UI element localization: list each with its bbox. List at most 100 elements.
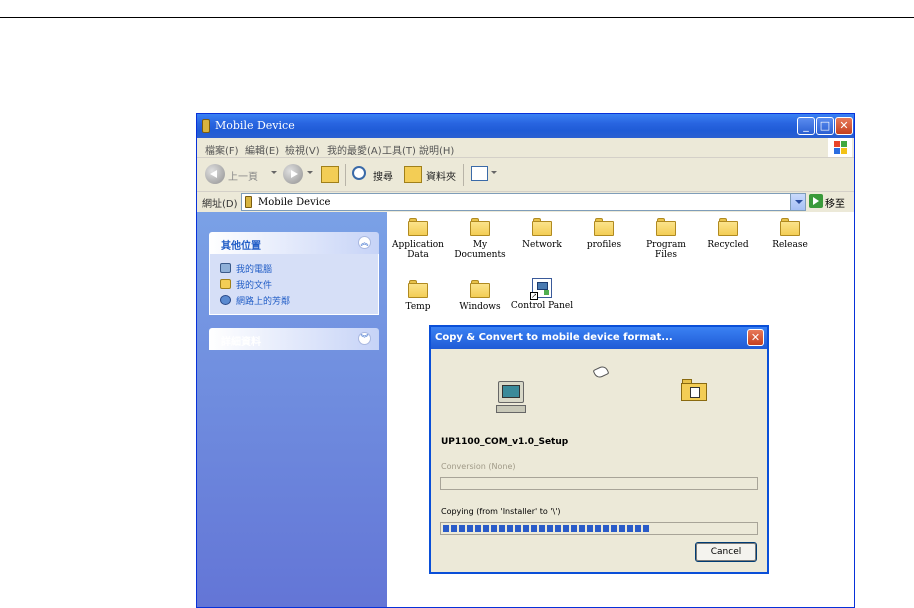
other-places-header[interactable]: 其他位置 ︽ <box>209 232 379 254</box>
address-field[interactable]: Mobile Device <box>241 193 806 211</box>
file-name: UP1100_COM_v1.0_Setup <box>441 437 569 447</box>
back-dropdown-icon[interactable] <box>271 171 277 174</box>
dialog-titlebar[interactable]: Copy & Convert to mobile device format..… <box>431 327 767 349</box>
address-bar: 網址(D) Mobile Device 移至 <box>197 192 854 212</box>
my-computer-icon <box>220 263 231 273</box>
folder-icon <box>408 218 428 236</box>
sidebar-item-my-computer[interactable]: 我的電腦 <box>220 260 378 276</box>
copy-progress-bar <box>440 522 758 535</box>
toolbar: 上一頁 搜尋 資料夾 <box>197 158 854 192</box>
folders-icon[interactable] <box>404 166 422 183</box>
menu-tools[interactable]: 工具(T) <box>382 142 416 157</box>
details-panel: 詳細資料 ︾ <box>209 328 379 350</box>
back-icon[interactable] <box>205 164 225 184</box>
network-places-icon <box>220 295 231 305</box>
shortcut-item-control-panel[interactable]: ↗ Control Panel <box>510 278 574 311</box>
copy-progress-fill <box>443 525 649 532</box>
sidebar-item-label: 網路上的芳鄰 <box>236 296 291 307</box>
destination-folder-icon <box>681 379 707 401</box>
other-places-title: 其他位置 <box>221 241 261 252</box>
address-value: Mobile Device <box>258 197 331 208</box>
page-rule <box>0 17 914 18</box>
item-label: profiles <box>586 240 622 250</box>
dialog-title: Copy & Convert to mobile device format..… <box>435 332 673 343</box>
other-places-panel: 其他位置 ︽ 我的電腦 我的文件 網路上的芳鄰 <box>209 232 379 315</box>
mobile-device-icon <box>245 196 252 208</box>
maximize-button[interactable]: □ <box>816 117 834 135</box>
item-label: Temp <box>405 302 431 312</box>
item-label: Recycled <box>707 240 749 250</box>
folder-item-profiles[interactable]: profiles <box>572 218 636 250</box>
folder-icon <box>780 218 800 236</box>
collapse-icon[interactable]: ︽ <box>358 236 371 249</box>
sidebar-item-my-documents[interactable]: 我的文件 <box>220 276 378 292</box>
folder-item-temp[interactable]: Temp <box>386 280 450 312</box>
copy-convert-dialog: Copy & Convert to mobile device format..… <box>429 325 769 574</box>
folder-item-network[interactable]: Network <box>510 218 574 250</box>
task-pane: 其他位置 ︽ 我的電腦 我的文件 網路上的芳鄰 詳細資料 ︾ <box>197 212 387 607</box>
my-documents-icon <box>220 279 231 289</box>
flying-document-icon <box>592 364 610 380</box>
go-icon[interactable] <box>809 194 823 208</box>
folder-item-recycled[interactable]: Recycled <box>696 218 760 250</box>
sidebar-item-label: 我的電腦 <box>236 264 273 275</box>
search-icon[interactable] <box>352 166 366 180</box>
window-title: Mobile Device <box>215 119 295 132</box>
folder-icon <box>408 280 428 298</box>
other-places-body: 我的電腦 我的文件 網路上的芳鄰 <box>209 254 379 315</box>
computer-icon <box>496 377 526 415</box>
forward-icon[interactable] <box>283 164 303 184</box>
folder-item-windows[interactable]: Windows <box>448 280 512 312</box>
folder-icon <box>594 218 614 236</box>
views-icon[interactable] <box>471 166 488 181</box>
folder-icon <box>470 280 490 298</box>
forward-dropdown-icon[interactable] <box>307 171 313 174</box>
folder-icon <box>656 218 676 236</box>
conversion-label: Conversion (None) <box>441 462 516 471</box>
address-label: 網址(D) <box>202 199 238 210</box>
up-folder-icon[interactable] <box>321 166 339 183</box>
item-label: Windows <box>459 302 501 312</box>
sidebar-item-network-places[interactable]: 網路上的芳鄰 <box>220 292 378 308</box>
cancel-button[interactable]: Cancel <box>695 542 757 562</box>
item-label: Release <box>772 240 808 250</box>
back-label[interactable]: 上一頁 <box>228 168 258 183</box>
item-label: Control Panel <box>510 301 574 311</box>
item-label: Network <box>522 240 562 250</box>
menu-view[interactable]: 檢視(V) <box>285 142 320 157</box>
conversion-progress-bar <box>440 477 758 490</box>
menu-bar: 檔案(F) 編輯(E) 檢視(V) 我的最愛(A) 工具(T) 說明(H) <box>197 138 854 158</box>
folders-label[interactable]: 資料夾 <box>426 168 456 183</box>
menu-file[interactable]: 檔案(F) <box>205 142 239 157</box>
folder-item-my-documents[interactable]: My Documents <box>448 218 512 260</box>
folder-item-release[interactable]: Release <box>758 218 822 250</box>
toolbar-separator <box>345 164 346 186</box>
close-button[interactable]: ✕ <box>835 117 853 135</box>
go-label[interactable]: 移至 <box>825 195 845 210</box>
mobile-device-icon <box>202 119 210 133</box>
control-panel-icon: ↗ <box>530 278 552 300</box>
windows-logo-icon <box>828 138 852 157</box>
dialog-close-button[interactable]: ✕ <box>747 329 764 346</box>
folder-icon <box>532 218 552 236</box>
address-dropdown-icon[interactable] <box>790 194 805 210</box>
toolbar-separator <box>463 164 464 186</box>
menu-favorites[interactable]: 我的最愛(A) <box>327 142 382 157</box>
menu-help[interactable]: 說明(H) <box>419 142 454 157</box>
details-header[interactable]: 詳細資料 ︾ <box>209 328 379 350</box>
folder-item-program-files[interactable]: Program Files <box>634 218 698 260</box>
window-titlebar[interactable]: Mobile Device _ □ ✕ <box>197 114 854 138</box>
sidebar-item-label: 我的文件 <box>236 280 273 291</box>
item-label: My Documents <box>454 240 506 260</box>
details-title: 詳細資料 <box>221 337 261 348</box>
menu-edit[interactable]: 編輯(E) <box>245 142 279 157</box>
search-label[interactable]: 搜尋 <box>373 168 393 183</box>
folder-icon <box>718 218 738 236</box>
views-dropdown-icon[interactable] <box>491 171 497 174</box>
item-label: Program Files <box>646 240 686 260</box>
minimize-button[interactable]: _ <box>797 117 815 135</box>
item-label: Application Data <box>392 240 444 260</box>
copying-label: Copying (from 'Installer' to '\') <box>441 507 561 516</box>
expand-icon[interactable]: ︾ <box>358 332 371 345</box>
folder-item-application-data[interactable]: Application Data <box>386 218 450 260</box>
